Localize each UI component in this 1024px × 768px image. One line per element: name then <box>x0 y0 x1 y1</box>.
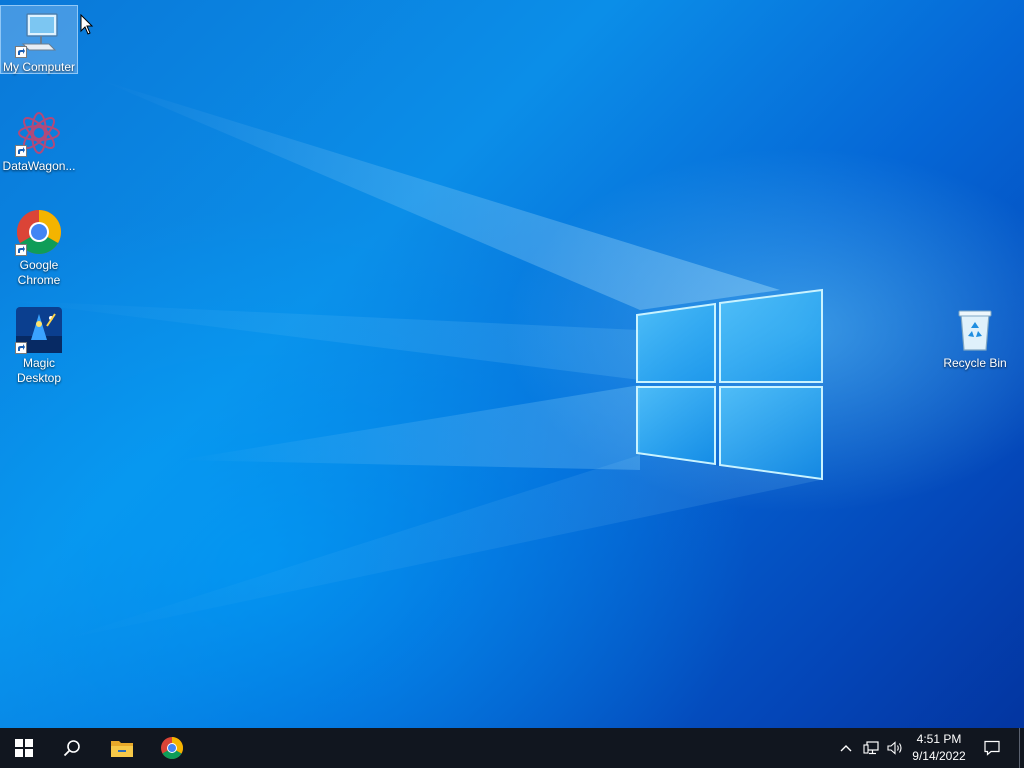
clock-time: 4:51 PM <box>916 732 962 746</box>
chrome-icon <box>15 208 63 256</box>
shortcut-arrow-icon <box>15 244 27 256</box>
windows-start-icon <box>15 739 33 757</box>
chevron-up-icon <box>840 745 852 752</box>
mouse-cursor-icon <box>80 14 94 35</box>
search-icon <box>63 740 80 757</box>
desktop-wallpaper: My Computer DataWagon... Google Chrome M… <box>0 0 1024 728</box>
taskbar: 4:51 PM 9/14/2022 <box>0 728 1024 768</box>
desktop-icon-label: Recycle Bin <box>943 356 1007 370</box>
start-button[interactable] <box>0 728 48 768</box>
desktop-icon-label: Google Chrome <box>17 258 61 287</box>
desktop-icon-label: DataWagon... <box>2 159 76 173</box>
windows-logo-wallpaper <box>636 288 823 481</box>
clock[interactable]: 4:51 PM 9/14/2022 <box>904 731 974 765</box>
datawagon-icon <box>15 109 63 157</box>
taskbar-google-chrome[interactable] <box>148 728 196 768</box>
notification-icon <box>984 740 1000 756</box>
desktop-icon-magic-desktop[interactable]: Magic Desktop <box>1 302 77 386</box>
clock-date: 9/14/2022 <box>912 749 966 763</box>
desktop-icon-recycle-bin[interactable]: Recycle Bin <box>937 302 1013 371</box>
volume-button[interactable] <box>884 728 906 768</box>
taskbar-file-explorer[interactable] <box>98 728 146 768</box>
desktop-icon-label: My Computer <box>2 60 76 74</box>
shortcut-arrow-icon <box>15 46 27 58</box>
show-desktop-button[interactable] <box>1019 728 1024 768</box>
desktop-icon-google-chrome[interactable]: Google Chrome <box>1 204 77 288</box>
shortcut-arrow-icon <box>15 145 27 157</box>
shortcut-arrow-icon <box>15 342 27 354</box>
recycle-bin-icon <box>951 306 999 354</box>
desktop-icon-my-computer[interactable]: My Computer <box>0 5 78 74</box>
volume-icon <box>887 741 902 755</box>
magic-desktop-icon <box>15 306 63 354</box>
show-hidden-icons-button[interactable] <box>836 728 856 768</box>
desktop-icon-datawagon[interactable]: DataWagon... <box>1 105 77 174</box>
folder-icon <box>111 741 133 757</box>
monitor-icon <box>15 10 63 58</box>
network-icon <box>863 741 879 755</box>
network-button[interactable] <box>860 728 882 768</box>
action-center-button[interactable] <box>978 728 1006 768</box>
search-button[interactable] <box>48 728 96 768</box>
desktop-icon-label: Magic Desktop <box>16 356 62 385</box>
chrome-icon <box>161 737 183 759</box>
